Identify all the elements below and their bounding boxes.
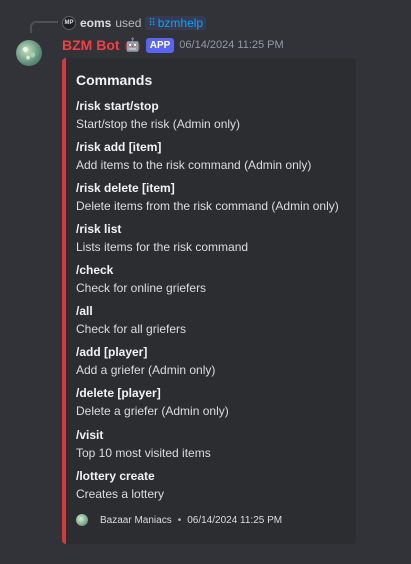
app-badge: APP: [145, 37, 175, 53]
embed-field: /risk start/stop Start/stop the risk (Ad…: [76, 99, 354, 132]
reply-connector: [30, 21, 58, 33]
field-value: Add a griefer (Admin only): [76, 363, 216, 377]
field-name: /risk delete [item]: [76, 181, 175, 195]
field-name: /risk list: [76, 222, 122, 236]
embed-card: Commands /risk start/stop Start/stop the…: [62, 58, 356, 544]
user-avatar[interactable]: MP: [62, 16, 76, 30]
embed-field: /all Check for all griefers: [76, 304, 354, 337]
bot-avatar[interactable]: [16, 40, 42, 66]
used-text: used: [115, 16, 142, 30]
embed-field: /delete [player] Delete a griefer (Admin…: [76, 386, 354, 419]
field-name: /lottery create: [76, 469, 155, 483]
field-name: /risk start/stop: [76, 99, 159, 113]
field-value: Delete a griefer (Admin only): [76, 404, 229, 418]
field-value: Creates a lottery: [76, 487, 165, 501]
field-name: /delete [player]: [76, 386, 161, 400]
field-name: /add [player]: [76, 345, 148, 359]
robot-icon: 🤖: [124, 37, 141, 52]
footer-icon: [76, 514, 88, 526]
embed-field: /risk delete [item] Delete items from th…: [76, 181, 354, 214]
embed-field: /add [player] Add a griefer (Admin only): [76, 345, 354, 378]
embed-field: /risk add [item] Add items to the risk c…: [76, 140, 354, 173]
chat-message: MP eoms used ⠿ bzmhelp BZM Bot 🤖 APP 06/…: [0, 0, 411, 564]
command-name: bzmhelp: [157, 16, 204, 30]
embed-title: Commands: [76, 72, 153, 88]
field-value: Check for all griefers: [76, 322, 187, 336]
message-header: BZM Bot 🤖 APP 06/14/2024 11:25 PM: [62, 36, 284, 54]
field-name: /all: [76, 304, 93, 318]
field-name: /check: [76, 263, 114, 277]
author-name[interactable]: BZM Bot: [62, 37, 120, 53]
field-value: Lists items for the risk command: [76, 240, 249, 254]
field-value: Delete items from the risk command (Admi…: [76, 199, 339, 213]
footer-text: Bazaar Maniacs: [100, 514, 172, 526]
footer-separator: •: [177, 514, 182, 526]
embed-field: /visit Top 10 most visited items: [76, 428, 354, 461]
message-timestamp[interactable]: 06/14/2024 11:25 PM: [179, 39, 283, 51]
field-value: Top 10 most visited items: [76, 446, 211, 460]
field-value: Start/stop the risk (Admin only): [76, 117, 241, 131]
field-value: Add items to the risk command (Admin onl…: [76, 158, 312, 172]
field-value: Check for online griefers: [76, 281, 207, 295]
embed-footer: Bazaar Maniacs • 06/14/2024 11:25 PM: [76, 513, 282, 527]
footer-timestamp: 06/14/2024 11:25 PM: [187, 514, 283, 526]
embed-field: /check Check for online griefers: [76, 263, 354, 296]
field-name: /visit: [76, 428, 104, 442]
slash-command-link[interactable]: ⠿ bzmhelp: [145, 16, 207, 30]
field-name: /risk add [item]: [76, 140, 162, 154]
embed-field: /risk list Lists items for the risk comm…: [76, 222, 354, 255]
interaction-reply[interactable]: MP eoms used ⠿ bzmhelp: [62, 14, 207, 32]
reply-username[interactable]: eoms: [80, 16, 111, 30]
grid-icon: ⠿: [148, 17, 156, 29]
embed-field: /lottery create Creates a lottery: [76, 469, 354, 502]
